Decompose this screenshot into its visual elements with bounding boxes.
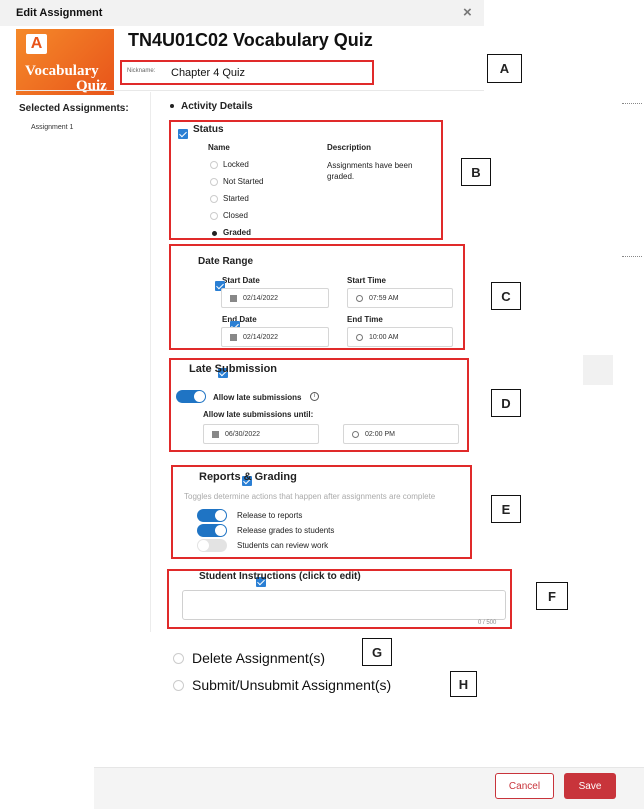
- callout-label-h: H: [450, 671, 477, 697]
- start-time-value: 07:59 AM: [369, 294, 399, 302]
- clock-icon: [356, 294, 363, 302]
- status-option-not-started: Not Started: [223, 177, 264, 186]
- instructions-heading[interactable]: Student Instructions (click to edit): [199, 571, 361, 582]
- status-col-description: Description: [327, 143, 372, 152]
- late-until-label: Allow late submissions until:: [203, 410, 314, 419]
- calendar-icon: [230, 294, 237, 302]
- status-option-closed: Closed: [223, 211, 248, 220]
- start-time-input[interactable]: 07:59 AM: [347, 288, 453, 308]
- status-description: Assignments have been graded.: [327, 161, 413, 181]
- sidebar-divider: [150, 92, 151, 632]
- dialog-footer: [94, 767, 644, 809]
- dialog-title: Edit Assignment: [16, 7, 103, 19]
- logo-line-2: Quiz: [76, 78, 107, 94]
- cancel-button[interactable]: Cancel: [495, 773, 554, 799]
- status-radio-started[interactable]: [210, 195, 218, 203]
- release-reports-toggle[interactable]: [197, 509, 227, 522]
- allow-late-label: Allow late submissions: [213, 393, 302, 402]
- late-submission-heading: Late Submission: [189, 363, 278, 375]
- release-reports-label: Release to reports: [237, 511, 303, 520]
- callout-label-c: C: [491, 282, 521, 310]
- review-work-toggle[interactable]: [197, 539, 227, 552]
- logo-badge-icon: A: [26, 34, 47, 54]
- callout-label-f: F: [536, 582, 568, 610]
- delete-assignment-option[interactable]: Delete Assignment(s): [192, 650, 325, 666]
- nickname-input[interactable]: Chapter 4 Quiz: [171, 67, 245, 79]
- status-radio-graded[interactable]: [212, 231, 217, 236]
- status-option-graded: Graded: [223, 228, 252, 237]
- instructions-textarea[interactable]: [182, 590, 506, 620]
- background-panel: [583, 355, 613, 385]
- callout-label-g: G: [362, 638, 392, 666]
- sidebar-heading: Selected Assignments:: [19, 103, 129, 114]
- quiz-title: TN4U01C02 Vocabulary Quiz: [128, 30, 373, 50]
- vocabulary-quiz-logo: A Vocabulary Quiz: [16, 29, 114, 95]
- allow-late-toggle[interactable]: [176, 390, 206, 403]
- reports-heading: Reports & Grading: [199, 471, 297, 483]
- callout-label-e: E: [491, 495, 521, 523]
- close-icon[interactable]: ×: [463, 4, 472, 21]
- late-until-time-value: 02:00 PM: [365, 430, 395, 438]
- bullet-icon: [170, 104, 174, 108]
- end-time-value: 10:00 AM: [369, 333, 399, 341]
- nickname-label: Nickname:: [127, 68, 156, 74]
- status-radio-closed[interactable]: [210, 212, 218, 220]
- background-dotted-line: [622, 256, 642, 257]
- header-divider: [16, 90, 484, 91]
- end-time-label: End Time: [347, 315, 383, 324]
- delete-radio[interactable]: [173, 653, 184, 664]
- end-date-value: 02/14/2022: [243, 333, 279, 341]
- start-date-value: 02/14/2022: [243, 294, 279, 302]
- start-date-input[interactable]: 02/14/2022: [221, 288, 329, 308]
- clock-icon: [352, 430, 359, 438]
- start-date-label: Start Date: [222, 276, 260, 285]
- sidebar-item-assignment-1[interactable]: Assignment 1: [31, 124, 73, 131]
- status-option-started: Started: [223, 194, 249, 203]
- date-range-heading: Date Range: [198, 256, 254, 267]
- submit-unsubmit-option[interactable]: Submit/Unsubmit Assignment(s): [192, 677, 391, 693]
- review-work-label: Students can review work: [237, 541, 329, 550]
- callout-label-a: A: [487, 54, 522, 83]
- nickname-field[interactable]: Nickname: Chapter 4 Quiz: [120, 60, 374, 85]
- info-icon[interactable]: i: [310, 392, 319, 401]
- status-radio-not-started[interactable]: [210, 178, 218, 186]
- reports-hint: Toggles determine actions that happen af…: [184, 492, 436, 501]
- submit-radio[interactable]: [173, 680, 184, 691]
- status-option-locked: Locked: [223, 160, 249, 169]
- end-date-input[interactable]: 02/14/2022: [221, 327, 329, 347]
- release-grades-toggle[interactable]: [197, 524, 227, 537]
- end-time-input[interactable]: 10:00 AM: [347, 327, 453, 347]
- calendar-icon: [212, 430, 219, 438]
- callout-label-b: B: [461, 158, 491, 186]
- callout-label-d: D: [491, 389, 521, 417]
- activity-details-heading: Activity Details: [181, 101, 253, 112]
- late-until-time-input[interactable]: 02:00 PM: [343, 424, 459, 444]
- save-button[interactable]: Save: [564, 773, 616, 799]
- calendar-icon: [230, 333, 237, 341]
- background-dotted-line: [622, 103, 642, 104]
- clock-icon: [356, 333, 363, 341]
- status-heading: Status: [193, 124, 224, 135]
- release-grades-label: Release grades to students: [237, 526, 335, 535]
- status-col-name: Name: [208, 143, 230, 152]
- instructions-counter: 0 / 500: [478, 620, 497, 626]
- late-until-date-input[interactable]: 06/30/2022: [203, 424, 319, 444]
- start-time-label: Start Time: [347, 276, 386, 285]
- status-radio-locked[interactable]: [210, 161, 218, 169]
- late-until-date-value: 06/30/2022: [225, 430, 261, 438]
- status-checkbox[interactable]: [178, 128, 188, 139]
